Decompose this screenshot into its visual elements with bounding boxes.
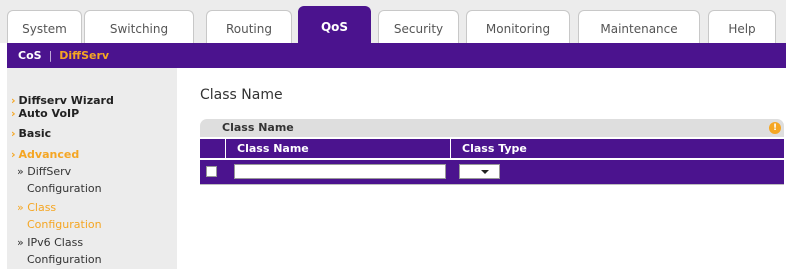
tab-maintenance[interactable]: Maintenance xyxy=(578,10,700,43)
page-title: Class Name xyxy=(200,87,283,103)
help-icon[interactable]: ! xyxy=(769,122,781,134)
sub-navigation: CoS | DiffServ xyxy=(7,43,786,68)
tab-label: Switching xyxy=(109,22,169,36)
header-cell-checkbox xyxy=(200,139,226,158)
table-header: Class Name Class Type xyxy=(200,139,784,158)
nav-item-ipv6-class-configuration-line2[interactable]: Configuration xyxy=(27,253,102,266)
header-cell-class-name: Class Name xyxy=(226,139,451,158)
panel-header: Class Name ! xyxy=(200,119,784,137)
column-header-class-name: Class Name xyxy=(237,142,309,155)
class-type-select[interactable] xyxy=(459,164,500,179)
tab-label: QoS xyxy=(320,20,349,34)
nav-item-diffserv-configuration[interactable]: » DiffServ xyxy=(17,165,71,178)
tab-label: Help xyxy=(728,22,756,36)
nav-item-class-configuration[interactable]: » Class xyxy=(17,201,56,214)
main-tab-bar: System Switching Routing QoS Security Mo… xyxy=(0,0,786,43)
tab-label: Security xyxy=(393,22,444,36)
nav-item-advanced[interactable]: Advanced xyxy=(17,148,80,161)
nav-item-class-configuration-line2[interactable]: Configuration xyxy=(27,218,102,231)
tab-qos[interactable]: QoS xyxy=(298,6,371,43)
table-row xyxy=(200,160,784,184)
tab-monitoring[interactable]: Monitoring xyxy=(466,10,570,43)
nav-item-ipv6-class-configuration[interactable]: » IPv6 Class xyxy=(17,236,83,249)
tab-label: Routing xyxy=(225,22,272,36)
panel-title: Class Name xyxy=(222,121,294,134)
tab-system[interactable]: System xyxy=(7,10,82,43)
column-header-class-type: Class Type xyxy=(462,142,527,155)
tab-label: Monitoring xyxy=(485,22,551,36)
tab-help[interactable]: Help xyxy=(708,10,776,43)
tab-switching[interactable]: Switching xyxy=(84,10,194,43)
subnav-item-diffserv[interactable]: DiffServ xyxy=(59,49,109,62)
left-navigation: Diffserv Wizard Auto VoIP Basic Advanced… xyxy=(7,68,177,269)
subnav-item-cos[interactable]: CoS xyxy=(18,49,42,62)
tab-label: System xyxy=(22,22,67,36)
subnav-separator: | xyxy=(48,49,53,62)
nav-item-auto-voip[interactable]: Auto VoIP xyxy=(17,107,80,120)
tab-routing[interactable]: Routing xyxy=(206,10,292,43)
tab-label: Maintenance xyxy=(600,22,678,36)
class-name-input[interactable] xyxy=(234,164,446,179)
header-cell-class-type: Class Type xyxy=(451,139,784,158)
nav-item-diffserv-configuration-line2[interactable]: Configuration xyxy=(27,182,102,195)
chevron-down-icon xyxy=(481,170,489,174)
nav-item-diffserv-wizard[interactable]: Diffserv Wizard xyxy=(17,94,114,107)
nav-item-basic[interactable]: Basic xyxy=(17,127,52,140)
divider xyxy=(200,184,784,185)
row-select-checkbox[interactable] xyxy=(206,166,217,177)
tab-security[interactable]: Security xyxy=(378,10,459,43)
